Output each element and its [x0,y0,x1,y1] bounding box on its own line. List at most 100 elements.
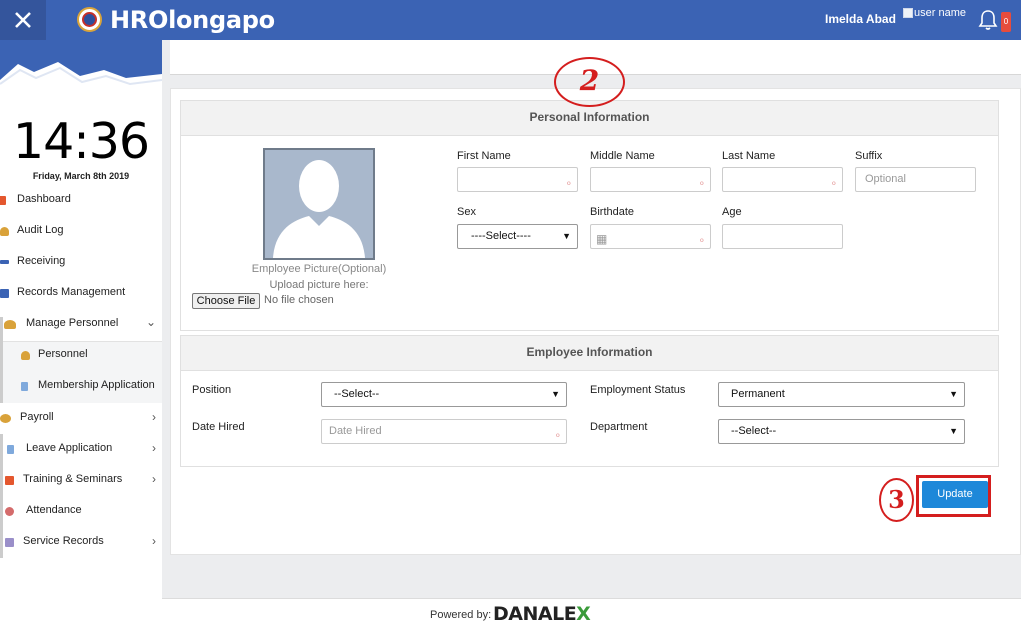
sex-select[interactable]: ----Select---- ▼ [457,224,578,249]
document-icon [7,445,14,454]
chevron-right-icon: › [152,441,156,455]
sidebar-item-audit-log[interactable]: Audit Log [0,216,162,247]
sidebar-item-label: Membership Application [38,379,155,391]
avatar[interactable]: user name [903,7,966,19]
last-name-label: Last Name [722,150,776,162]
arrows-icon [0,260,9,264]
calendar-icon [5,476,14,485]
sidebar-item-training-seminars[interactable]: Training & Seminars › [0,465,162,496]
last-name-field[interactable]: ⚬ [722,167,843,192]
key-icon: ⚬ [564,179,573,190]
first-name-field[interactable]: ⚬ [457,167,578,192]
suffix-label: Suffix [855,150,883,162]
sex-select-value: ----Select---- [471,230,531,242]
middle-name-label: Middle Name [590,150,655,162]
attendance-icon [5,507,14,516]
footer [162,598,1021,635]
broken-image-icon [903,8,913,18]
dashboard-icon [0,196,6,205]
sidebar-date: Friday, March 8th 2019 [32,171,130,181]
sidebar-item-label: Manage Personnel [26,317,119,329]
chevron-right-icon: › [152,472,156,486]
sidebar-item-service-records[interactable]: Service Records › [0,527,162,558]
position-select-value: --Select-- [334,388,380,400]
payroll-icon [0,414,11,423]
sidebar-item-dashboard[interactable]: Dashboard [0,185,162,216]
suffix-field[interactable]: Optional [855,167,976,192]
employment-status-label: Employment Status [590,384,686,396]
sidebar-item-label: Leave Application [26,442,113,454]
bell-icon[interactable] [978,9,998,31]
employment-status-select[interactable]: Permanent ▼ [718,382,965,407]
sidebar-item-attendance[interactable]: Attendance [0,496,162,527]
sidebar-header-graphic [0,40,162,100]
sidebar-item-label: Audit Log [17,224,64,236]
employment-status-value: Permanent [731,388,785,400]
key-icon: ⚬ [829,179,838,190]
personnel-group-icon [4,320,16,329]
user-name[interactable]: Imelda Abad [825,12,896,26]
sidebar-item-label: Personnel [38,348,88,360]
choose-file-button[interactable]: Choose File [192,293,260,309]
annotation-step-2: 2 [554,57,625,107]
employee-photo-placeholder [263,148,375,260]
powered-by-label: Powered by: [430,609,492,621]
position-select[interactable]: --Select-- ▼ [321,382,567,407]
brand-logo: DANALEX [493,603,591,625]
sidebar-item-personnel[interactable]: Personnel [0,340,162,371]
birthdate-field[interactable]: ▦ ⚬ [590,224,711,249]
sidebar-item-records-management[interactable]: Records Management [0,278,162,309]
close-icon [15,12,31,28]
brand-x: X [576,603,591,625]
person-icon [21,351,30,360]
annotation-highlight-box [916,475,991,517]
caret-down-icon: ▼ [949,389,958,399]
sidebar-item-payroll[interactable]: Payroll › [0,403,162,434]
age-field[interactable] [722,224,843,249]
sidebar-clock: 14:36 [12,113,150,170]
brand-name: DANALE [493,603,577,625]
department-select[interactable]: --Select-- ▼ [718,419,965,444]
users-icon [0,227,9,236]
photo-caption: Employee Picture(Optional) [251,263,387,275]
middle-name-field[interactable]: ⚬ [590,167,711,192]
sidebar-item-label: Payroll [20,411,54,423]
date-hired-label: Date Hired [192,421,245,433]
date-hired-placeholder: Date Hired [329,425,382,437]
sidebar-item-receiving[interactable]: Receiving [0,247,162,278]
employee-info-heading: Employee Information [181,336,998,371]
sidebar-item-label: Dashboard [17,193,71,205]
sidebar-item-manage-personnel[interactable]: Manage Personnel ⌄ [0,309,162,340]
first-name-label: First Name [457,150,511,162]
list-icon [5,538,14,547]
chevron-right-icon: › [152,410,156,424]
folder-icon [0,289,9,298]
no-file-chosen-text: No file chosen [264,294,334,306]
document-icon [21,382,28,391]
user-silhouette-icon [265,150,373,258]
birthdate-label: Birthdate [590,206,635,218]
caret-down-icon: ▼ [562,231,571,241]
sidebar-item-label: Service Records [23,535,104,547]
caret-down-icon: ▼ [551,389,560,399]
position-label: Position [192,384,232,396]
app-title: HROlongapo [110,6,275,34]
sidebar-item-label: Attendance [26,504,82,516]
date-hired-field[interactable]: Date Hired ⚬ [321,419,567,444]
sex-label: Sex [457,206,476,218]
department-select-value: --Select-- [731,425,777,437]
calendar-icon: ▦ [596,232,608,246]
top-bar: HROlongapo Imelda Abad user name 0 [0,0,1021,40]
key-icon: ⚬ [697,179,706,190]
upload-caption: Upload picture here: [269,279,369,291]
chevron-right-icon: › [152,534,156,548]
chevron-down-icon: ⌄ [145,315,156,329]
key-icon: ⚬ [553,431,562,442]
sidebar-item-leave-application[interactable]: Leave Application › [0,434,162,465]
sidebar-item-label: Training & Seminars [23,473,123,485]
age-label: Age [722,206,742,218]
avatar-alt-text: user name [914,7,966,19]
close-menu-button[interactable] [0,0,46,40]
sidebar-item-membership-application[interactable]: Membership Application [0,371,162,402]
annotation-step-3: 3 [879,478,914,522]
